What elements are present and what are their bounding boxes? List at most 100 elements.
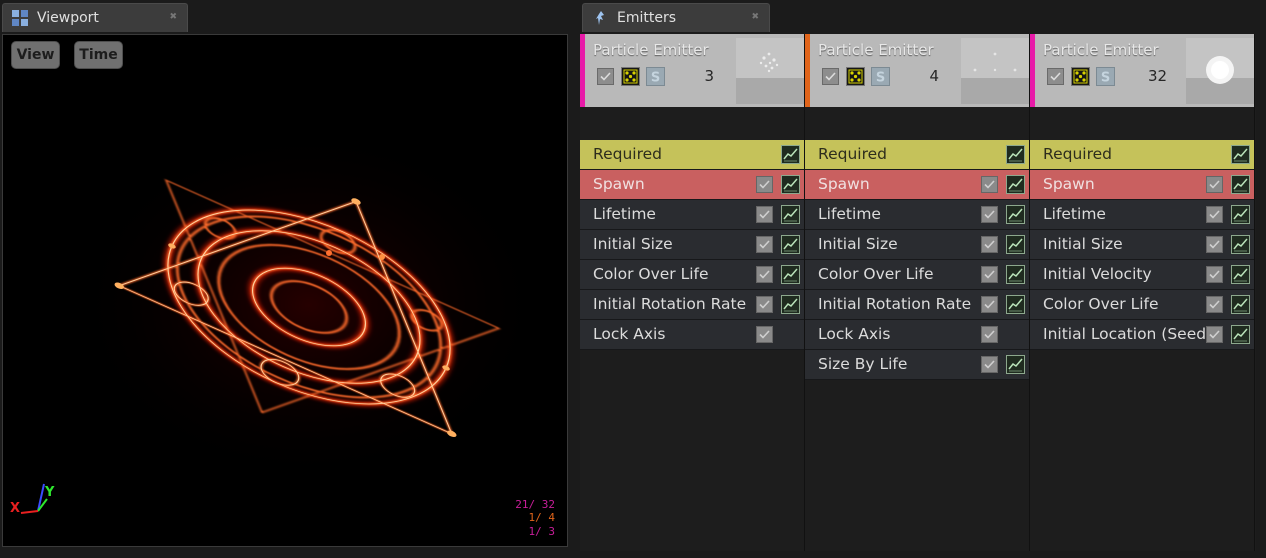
curve-editor-icon[interactable] — [1006, 175, 1025, 194]
curve-editor-icon[interactable] — [1231, 205, 1250, 224]
module-enabled-checkbox[interactable] — [1206, 206, 1223, 223]
time-button[interactable]: Time — [74, 41, 123, 69]
module-initial-size[interactable]: Initial Size — [580, 230, 804, 260]
module-required[interactable]: Required — [805, 140, 1029, 170]
module-enabled-checkbox[interactable] — [756, 266, 773, 283]
module-lock-axis[interactable]: Lock Axis — [805, 320, 1029, 350]
svg-text:S: S — [876, 71, 885, 86]
module-label: Lifetime — [1043, 205, 1106, 223]
emitter-enabled-checkbox[interactable] — [1047, 68, 1064, 85]
module-color-over-life[interactable]: Color Over Life — [1030, 290, 1254, 320]
module-label: Lifetime — [593, 205, 656, 223]
module-initial-location-seed[interactable]: Initial Location (Seed) — [1030, 320, 1254, 350]
render-mode-icon[interactable] — [1071, 67, 1090, 86]
module-label: Initial Location (Seed) — [1043, 325, 1213, 343]
module-color-over-life[interactable]: Color Over Life — [580, 260, 804, 290]
checkmark-icon — [600, 72, 611, 81]
curve-editor-icon[interactable] — [1006, 355, 1025, 374]
solo-mode-icon[interactable]: S — [871, 67, 890, 86]
module-enabled-checkbox[interactable] — [1206, 326, 1223, 343]
module-enabled-checkbox[interactable] — [756, 296, 773, 313]
module-enabled-checkbox[interactable] — [756, 236, 773, 253]
module-enabled-checkbox[interactable] — [1206, 236, 1223, 253]
viewport-canvas[interactable]: View Time Y X 21/ 32 1/ 4 1/ 3 — [2, 34, 568, 547]
emitter-column: Particle Emitter S 32 Required Spawn Lifetime… — [1030, 34, 1255, 551]
curve-editor-icon[interactable] — [1231, 145, 1250, 164]
particle-count: 3 — [704, 67, 714, 85]
module-enabled-checkbox[interactable] — [981, 266, 998, 283]
checkmark-icon — [984, 240, 995, 249]
module-enabled-checkbox[interactable] — [981, 356, 998, 373]
curve-editor-icon[interactable] — [1006, 235, 1025, 254]
module-spawn[interactable]: Spawn — [580, 170, 804, 200]
curve-editor-icon[interactable] — [1231, 295, 1250, 314]
module-enabled-checkbox[interactable] — [1206, 266, 1223, 283]
module-enabled-checkbox[interactable] — [981, 296, 998, 313]
module-required[interactable]: Required — [1030, 140, 1254, 170]
tab-emitters[interactable]: Emitters ✖ — [582, 3, 770, 32]
curve-editor-icon[interactable] — [1006, 145, 1025, 164]
module-label: Lock Axis — [593, 325, 666, 343]
module-enabled-checkbox[interactable] — [981, 326, 998, 343]
module-enabled-checkbox[interactable] — [756, 206, 773, 223]
svg-text:S: S — [651, 71, 660, 86]
module-initial-rotation-rate[interactable]: Initial Rotation Rate — [580, 290, 804, 320]
tab-viewport-label: Viewport — [37, 10, 99, 26]
close-icon[interactable]: ✖ — [169, 12, 177, 22]
checkmark-icon — [1209, 210, 1220, 219]
module-lifetime[interactable]: Lifetime — [805, 200, 1029, 230]
curve-editor-icon[interactable] — [1231, 175, 1250, 194]
curve-editor-icon[interactable] — [781, 145, 800, 164]
tab-viewport[interactable]: Viewport ✖ — [2, 3, 188, 32]
module-initial-rotation-rate[interactable]: Initial Rotation Rate — [805, 290, 1029, 320]
curve-editor-icon[interactable] — [1006, 205, 1025, 224]
solo-mode-icon[interactable]: S — [646, 67, 665, 86]
emitter-header[interactable]: Particle Emitter S 32 — [1030, 34, 1254, 107]
module-enabled-checkbox[interactable] — [981, 176, 998, 193]
curve-editor-icon[interactable] — [781, 175, 800, 194]
axis-y-label: Y — [45, 485, 55, 500]
module-enabled-checkbox[interactable] — [756, 176, 773, 193]
module-spawn[interactable]: Spawn — [805, 170, 1029, 200]
module-initial-velocity[interactable]: Initial Velocity — [1030, 260, 1254, 290]
close-icon[interactable]: ✖ — [751, 12, 759, 22]
curve-editor-icon[interactable] — [781, 205, 800, 224]
module-enabled-checkbox[interactable] — [756, 326, 773, 343]
render-mode-icon[interactable] — [621, 67, 640, 86]
module-initial-size[interactable]: Initial Size — [1030, 230, 1254, 260]
module-enabled-checkbox[interactable] — [981, 236, 998, 253]
module-lifetime[interactable]: Lifetime — [1030, 200, 1254, 230]
module-enabled-checkbox[interactable] — [1206, 176, 1223, 193]
module-enabled-checkbox[interactable] — [981, 206, 998, 223]
curve-editor-icon[interactable] — [1231, 265, 1250, 284]
view-button[interactable]: View — [11, 41, 60, 69]
curve-editor-icon[interactable] — [1006, 265, 1025, 284]
curve-editor-icon[interactable] — [1006, 295, 1025, 314]
emitter-header[interactable]: Particle Emitter S 3 — [580, 34, 804, 107]
column-divider — [1254, 34, 1255, 551]
module-required[interactable]: Required — [580, 140, 804, 170]
emitter-enabled-checkbox[interactable] — [822, 68, 839, 85]
module-initial-size[interactable]: Initial Size — [805, 230, 1029, 260]
particle-count: 4 — [929, 67, 939, 85]
curve-editor-icon[interactable] — [781, 295, 800, 314]
dots-thumbnail — [961, 38, 1029, 104]
module-label: Color Over Life — [593, 265, 709, 283]
checkmark-icon — [984, 180, 995, 189]
emitter-header[interactable]: Particle Emitter S 4 — [805, 34, 1029, 107]
module-color-over-life[interactable]: Color Over Life — [805, 260, 1029, 290]
curve-editor-icon[interactable] — [781, 265, 800, 284]
module-size-by-life[interactable]: Size By Life — [805, 350, 1029, 380]
curve-editor-icon[interactable] — [1231, 325, 1250, 344]
render-mode-icon[interactable] — [846, 67, 865, 86]
emitter-enabled-checkbox[interactable] — [597, 68, 614, 85]
module-lifetime[interactable]: Lifetime — [580, 200, 804, 230]
module-enabled-checkbox[interactable] — [1206, 296, 1223, 313]
solo-mode-icon[interactable]: S — [1096, 67, 1115, 86]
emitter-name: Particle Emitter — [1043, 41, 1159, 59]
curve-editor-icon[interactable] — [1231, 235, 1250, 254]
module-lock-axis[interactable]: Lock Axis — [580, 320, 804, 350]
emitter-color-stripe — [1030, 34, 1035, 107]
curve-editor-icon[interactable] — [781, 235, 800, 254]
module-spawn[interactable]: Spawn — [1030, 170, 1254, 200]
